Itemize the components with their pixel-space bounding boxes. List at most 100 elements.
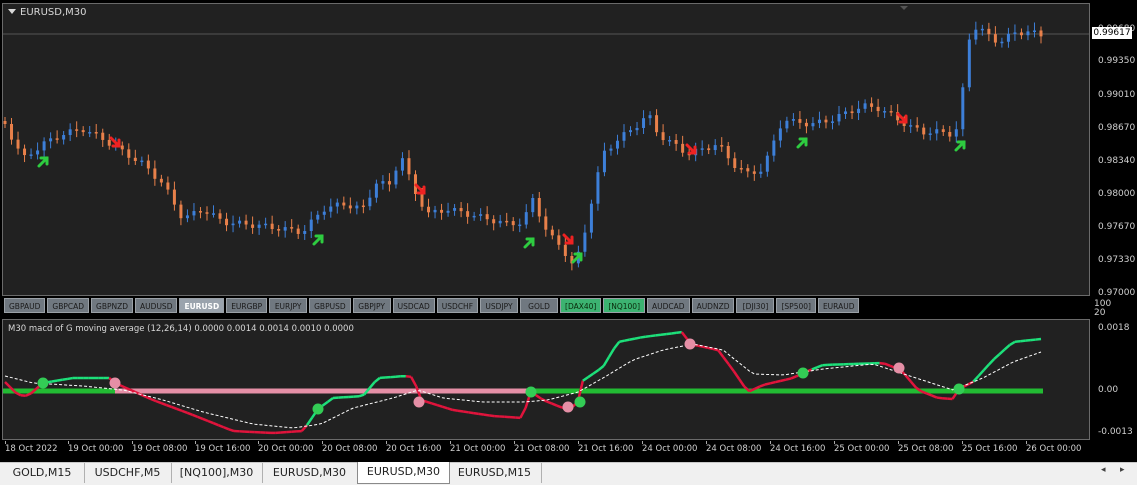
symbol-button-audusd[interactable]: AUDUSD xyxy=(135,298,177,313)
macd-line-segment xyxy=(546,401,551,403)
price-chart-pane[interactable]: EURUSD,M30 xyxy=(2,3,1090,296)
candle-body xyxy=(82,130,85,132)
macd-line-segment xyxy=(26,393,31,395)
symbol-button-usdcad[interactable]: USDCAD xyxy=(393,298,435,313)
candle-body xyxy=(831,121,834,123)
candle-body xyxy=(447,211,450,213)
candle-body xyxy=(43,141,46,150)
chart-tab[interactable]: [NQ100],M30 xyxy=(171,463,263,483)
chart-tab[interactable]: EURUSD,M30 xyxy=(262,463,358,483)
macd-indicator-pane[interactable]: M30 macd of G moving average (12,26,14) … xyxy=(2,319,1090,440)
symbol-button-audcad[interactable]: AUDCAD xyxy=(647,298,690,313)
symbol-button-usdjpy[interactable]: USDJPY xyxy=(480,298,518,313)
symbol-button-euraud[interactable]: EURAUD xyxy=(818,298,860,313)
candle-body xyxy=(909,125,912,127)
symbol-button-gbpusd[interactable]: GBPUSD xyxy=(309,298,351,313)
macd-line-segment xyxy=(406,376,411,377)
symbol-button-eurusd[interactable]: EURUSD xyxy=(179,298,224,313)
symbol-button-nq100[interactable]: [NQ100] xyxy=(603,298,645,313)
candle-body xyxy=(838,114,841,121)
macd-line-segment xyxy=(979,370,984,376)
candle-body xyxy=(681,144,684,153)
macd-line-segment xyxy=(651,335,656,336)
macd-line-segment xyxy=(62,379,67,380)
macd-line-segment xyxy=(307,418,312,426)
symbol-button-gold[interactable]: GOLD xyxy=(520,298,558,313)
macd-line-segment xyxy=(718,350,723,357)
time-label: 24 Oct 00:00 xyxy=(642,444,697,454)
time-tick-mark xyxy=(258,441,259,444)
time-label: 21 Oct 16:00 xyxy=(578,444,633,454)
candle-body xyxy=(186,215,189,218)
candle-body xyxy=(473,216,476,218)
price-axis[interactable]: 0.99680 0.99350 0.99010 0.98670 0.98340 … xyxy=(1091,3,1137,296)
macd-line-segment xyxy=(598,366,603,370)
candle-body xyxy=(375,184,378,198)
candle-body xyxy=(108,140,111,146)
candle-body xyxy=(212,213,215,215)
dropdown-triangle-icon[interactable] xyxy=(8,9,16,14)
macd-line-segment xyxy=(229,429,234,431)
macd-line-segment xyxy=(536,395,541,399)
candle-body xyxy=(388,181,391,184)
candle-body xyxy=(219,213,222,218)
candle-body xyxy=(147,161,150,169)
macd-line-segment xyxy=(120,385,125,387)
chart-tab[interactable]: GOLD,M15 xyxy=(0,463,85,483)
candle-body xyxy=(1040,30,1043,36)
symbol-button-sp500[interactable]: [SP500] xyxy=(776,298,815,313)
candle-body xyxy=(779,128,782,140)
chart-tab[interactable]: EURUSD,M15 xyxy=(448,463,542,483)
tab-scroll-left-icon[interactable]: ◂ xyxy=(1101,465,1106,475)
candle-body xyxy=(1020,32,1023,35)
macd-line-segment xyxy=(926,393,931,395)
chart-tab[interactable]: USDCHF,M5 xyxy=(84,463,172,483)
time-label: 25 Oct 08:00 xyxy=(898,444,953,454)
time-label: 18 Oct 2022 xyxy=(5,444,58,454)
candle-body xyxy=(56,138,59,140)
symbol-button-eurjpy[interactable]: EURJPY xyxy=(269,298,307,313)
time-label: 21 Oct 00:00 xyxy=(450,444,505,454)
macd-line-segment xyxy=(557,406,562,408)
candle-body xyxy=(160,179,163,183)
macd-axis[interactable]: 0.0018 0.00 -0.0013 xyxy=(1091,319,1137,440)
symbol-button-gbpjpy[interactable]: GBPJPY xyxy=(353,298,391,313)
time-label: 19 Oct 08:00 xyxy=(132,444,187,454)
candle-body xyxy=(961,87,964,129)
buy-signal-dot xyxy=(954,384,965,395)
candle-body xyxy=(238,221,241,224)
tab-scroll-right-icon[interactable]: ▸ xyxy=(1120,465,1125,475)
time-tick-mark xyxy=(706,441,707,444)
time-axis[interactable]: 18 Oct 202219 Oct 00:0019 Oct 08:0019 Oc… xyxy=(0,441,1090,461)
macd-line-segment xyxy=(224,427,229,429)
symbol-button-gbpaud[interactable]: GBPAUD xyxy=(4,298,45,313)
symbol-button-usdchf[interactable]: USDCHF xyxy=(437,298,478,313)
macd-line-segment xyxy=(984,364,989,370)
candle-body xyxy=(968,40,971,88)
chart-tab[interactable]: EURUSD,M30 xyxy=(357,462,450,484)
time-label: 25 Oct 16:00 xyxy=(962,444,1017,454)
macd-line-segment xyxy=(203,419,208,421)
candle-body xyxy=(1007,34,1010,42)
macd-tick: 0.00 xyxy=(1098,385,1118,395)
price-tick: 0.99350 xyxy=(1098,56,1135,66)
macd-line-segment xyxy=(723,357,728,364)
candle-body xyxy=(342,203,345,206)
symbol-button-gbpcad[interactable]: GBPCAD xyxy=(47,298,89,313)
candle-body xyxy=(323,212,326,215)
symbol-button-gbpnzd[interactable]: GBPNZD xyxy=(91,298,133,313)
macd-line-segment xyxy=(791,376,796,378)
candle-body xyxy=(284,227,287,231)
candle-body xyxy=(948,132,951,137)
macd-line-segment xyxy=(682,332,687,339)
symbol-button-audnzd[interactable]: AUDNZD xyxy=(692,298,735,313)
candle-body xyxy=(1013,32,1016,34)
symbol-button-dax40[interactable]: [DAX40] xyxy=(560,298,601,313)
macd-line-segment xyxy=(198,417,203,419)
candle-body xyxy=(942,129,945,132)
candle-body xyxy=(127,149,130,157)
symbol-button-dji30[interactable]: [DJI30] xyxy=(736,298,774,313)
symbol-button-eurgbp[interactable]: EURGBP xyxy=(226,298,267,313)
chart-window[interactable]: EURUSD,M30 0.99680 0.99350 0.99010 0.986… xyxy=(0,0,1137,462)
symbol-title[interactable]: EURUSD,M30 xyxy=(8,7,86,18)
